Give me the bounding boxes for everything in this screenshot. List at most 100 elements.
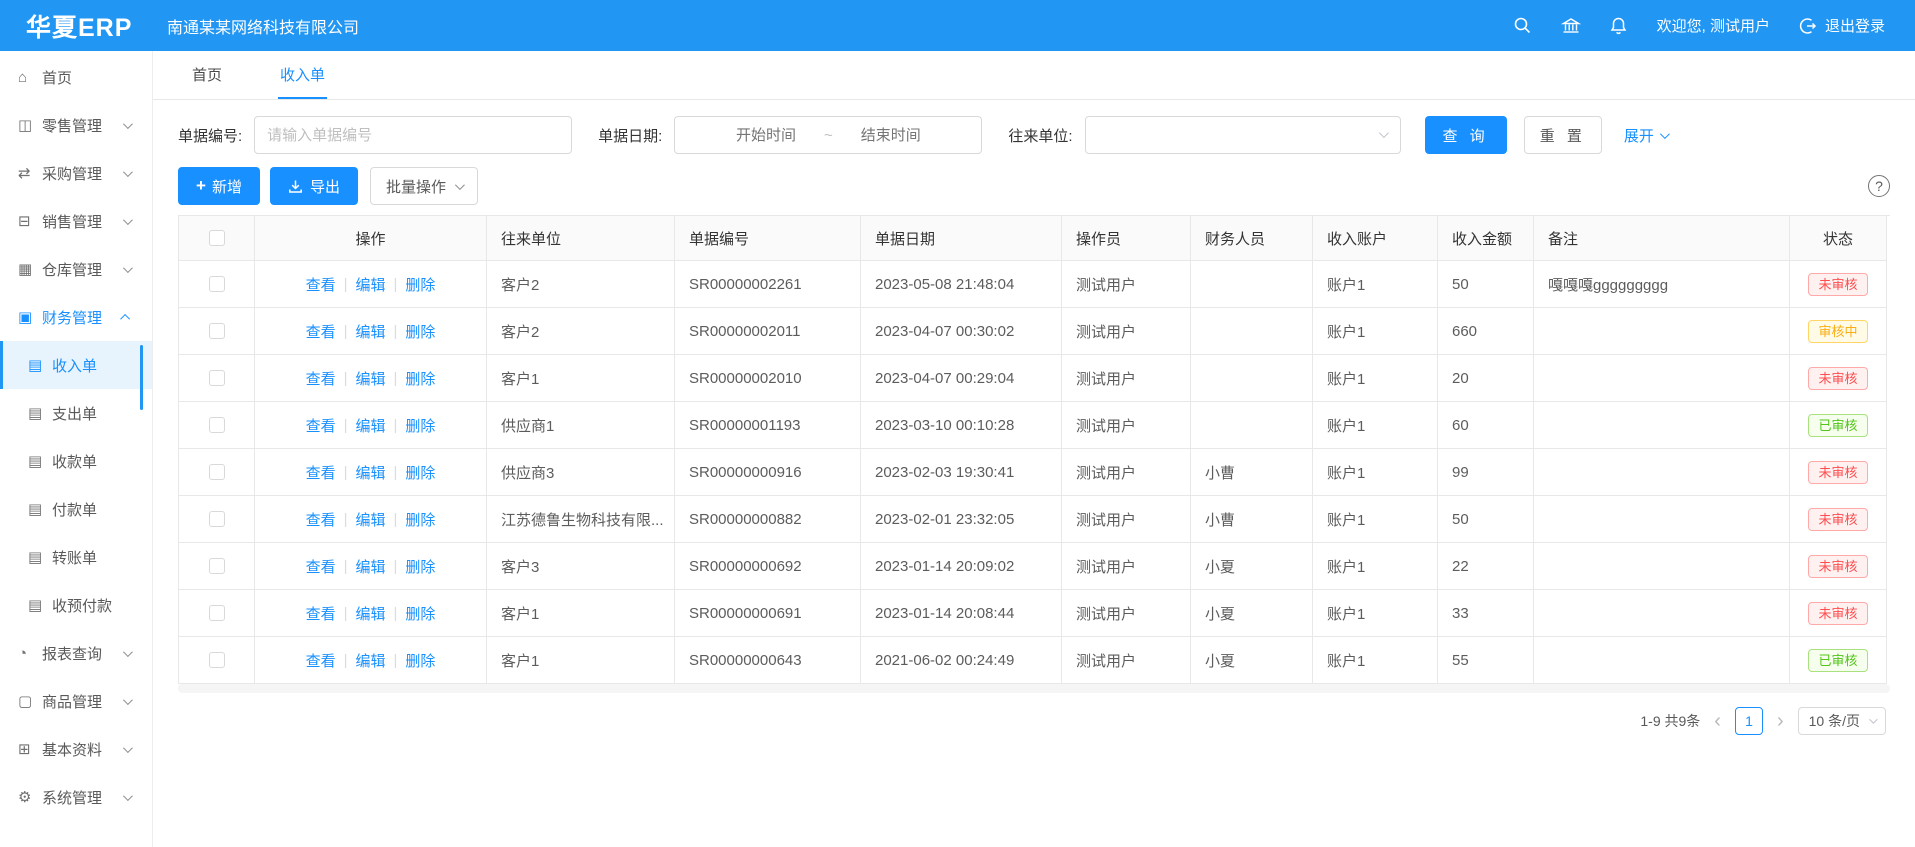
- row-checkbox[interactable]: [209, 511, 225, 527]
- date-end-input[interactable]: [843, 127, 939, 144]
- sidebar-item-4[interactable]: ⊟ 销售管理: [0, 197, 152, 245]
- status-badge: 未审核: [1808, 273, 1867, 296]
- export-button[interactable]: 导出: [270, 167, 358, 205]
- cell-partner: 客户2: [487, 261, 675, 308]
- date-start-input[interactable]: [718, 127, 814, 144]
- chevron-icon: [123, 215, 133, 225]
- cell-date: 2023-05-08 21:48:04: [861, 261, 1062, 308]
- delete-link[interactable]: 删除: [405, 556, 435, 577]
- sidebar-item-1[interactable]: ⌂ 首页: [0, 53, 152, 101]
- delete-link[interactable]: 删除: [405, 650, 435, 671]
- sidebar-item-12[interactable]: ▤ 收预付款: [0, 581, 152, 629]
- edit-link[interactable]: 编辑: [355, 321, 385, 342]
- delete-link[interactable]: 删除: [405, 415, 435, 436]
- delete-link[interactable]: 删除: [405, 321, 435, 342]
- next-page-icon[interactable]: ›: [1775, 711, 1786, 731]
- row-checkbox[interactable]: [209, 370, 225, 386]
- sidebar-item-9[interactable]: ▤ 收款单: [0, 437, 152, 485]
- sidebar-item-8[interactable]: ▤ 支出单: [0, 389, 152, 437]
- view-link[interactable]: 查看: [306, 368, 336, 389]
- chevron-icon: [123, 263, 133, 273]
- horizontal-scrollbar[interactable]: [178, 684, 1890, 693]
- col-account: 收入账户: [1313, 216, 1438, 261]
- edit-link[interactable]: 编辑: [355, 556, 385, 577]
- cell-operator: 测试用户: [1062, 496, 1191, 543]
- edit-link[interactable]: 编辑: [355, 603, 385, 624]
- page-size-select[interactable]: 10 条/页: [1798, 707, 1886, 735]
- doc-icon: ▤: [28, 404, 52, 422]
- delete-link[interactable]: 删除: [405, 274, 435, 295]
- view-link[interactable]: 查看: [306, 650, 336, 671]
- view-link[interactable]: 查看: [306, 603, 336, 624]
- logout-button[interactable]: 退出登录: [1798, 15, 1885, 36]
- sidebar-scrollbar-thumb[interactable]: [140, 345, 143, 410]
- page-number-button[interactable]: 1: [1735, 707, 1763, 735]
- edit-link[interactable]: 编辑: [355, 415, 385, 436]
- row-checkbox[interactable]: [209, 652, 225, 668]
- view-link[interactable]: 查看: [306, 509, 336, 530]
- expand-link[interactable]: 展开: [1624, 125, 1667, 146]
- edit-link[interactable]: 编辑: [355, 368, 385, 389]
- cell-operator: 测试用户: [1062, 261, 1191, 308]
- row-checkbox[interactable]: [209, 605, 225, 621]
- bill-no-input[interactable]: [254, 116, 572, 154]
- tab-1[interactable]: 首页: [190, 51, 224, 99]
- table-row: 查看| 编辑| 删除 供应商1 SR00000001193 2023-03-10…: [179, 402, 1890, 449]
- report-pie-icon: ◔: [18, 645, 42, 662]
- add-button[interactable]: + 新增: [178, 167, 260, 205]
- purchase-icon: ⇄: [18, 164, 42, 182]
- bank-icon[interactable]: [1561, 16, 1581, 36]
- delete-link[interactable]: 删除: [405, 603, 435, 624]
- cell-account: 账户1: [1313, 543, 1438, 590]
- select-all-checkbox[interactable]: [209, 230, 225, 246]
- edit-link[interactable]: 编辑: [355, 509, 385, 530]
- sidebar-item-15[interactable]: ⊞ 基本资料: [0, 725, 152, 773]
- cell-bill-no: SR00000000691: [675, 590, 861, 637]
- row-checkbox[interactable]: [209, 417, 225, 433]
- date-range-picker[interactable]: ~: [674, 116, 982, 154]
- view-link[interactable]: 查看: [306, 274, 336, 295]
- row-checkbox[interactable]: [209, 323, 225, 339]
- row-checkbox[interactable]: [209, 558, 225, 574]
- view-link[interactable]: 查看: [306, 415, 336, 436]
- sidebar-item-11[interactable]: ▤ 转账单: [0, 533, 152, 581]
- delete-link[interactable]: 删除: [405, 368, 435, 389]
- edit-link[interactable]: 编辑: [355, 462, 385, 483]
- sidebar-item-2[interactable]: ◫ 零售管理: [0, 101, 152, 149]
- reset-button[interactable]: 重 置: [1524, 116, 1602, 154]
- top-bar: 华夏ERP 南通某某网络科技有限公司 欢迎您, 测试用户: [0, 0, 1915, 51]
- chevron-down-icon: [1660, 129, 1670, 139]
- edit-link[interactable]: 编辑: [355, 650, 385, 671]
- delete-link[interactable]: 删除: [405, 509, 435, 530]
- view-link[interactable]: 查看: [306, 462, 336, 483]
- edit-link[interactable]: 编辑: [355, 274, 385, 295]
- view-link[interactable]: 查看: [306, 321, 336, 342]
- batch-operation-button[interactable]: 批量操作: [370, 167, 478, 205]
- finance-icon: ▣: [18, 308, 42, 326]
- partner-select[interactable]: [1085, 116, 1401, 154]
- cell-partner: 客户2: [487, 308, 675, 355]
- sidebar-item-13[interactable]: ◔ 报表查询: [0, 629, 152, 677]
- prev-page-icon[interactable]: ‹: [1712, 711, 1723, 731]
- cell-account: 账户1: [1313, 355, 1438, 402]
- search-icon[interactable]: [1513, 16, 1533, 36]
- chevron-icon: [123, 647, 133, 657]
- help-icon[interactable]: ?: [1868, 175, 1890, 197]
- view-link[interactable]: 查看: [306, 556, 336, 577]
- sidebar-item-10[interactable]: ▤ 付款单: [0, 485, 152, 533]
- cell-finance: 小曹: [1191, 449, 1313, 496]
- tab-2[interactable]: 收入单: [278, 51, 327, 99]
- sidebar-item-6[interactable]: ▣ 财务管理: [0, 293, 152, 341]
- sidebar-item-16[interactable]: ⚙ 系统管理: [0, 773, 152, 821]
- retail-icon: ◫: [18, 116, 42, 134]
- sidebar-item-3[interactable]: ⇄ 采购管理: [0, 149, 152, 197]
- table-body: 查看| 编辑| 删除 客户2 SR00000002261 2023-05-08 …: [179, 261, 1890, 684]
- sidebar-item-14[interactable]: ▢ 商品管理: [0, 677, 152, 725]
- row-checkbox[interactable]: [209, 276, 225, 292]
- search-button[interactable]: 查 询: [1425, 116, 1507, 154]
- row-checkbox[interactable]: [209, 464, 225, 480]
- delete-link[interactable]: 删除: [405, 462, 435, 483]
- bell-icon[interactable]: [1609, 16, 1629, 36]
- sidebar-item-5[interactable]: ▦ 仓库管理: [0, 245, 152, 293]
- sidebar-item-7[interactable]: ▤ 收入单: [0, 341, 152, 389]
